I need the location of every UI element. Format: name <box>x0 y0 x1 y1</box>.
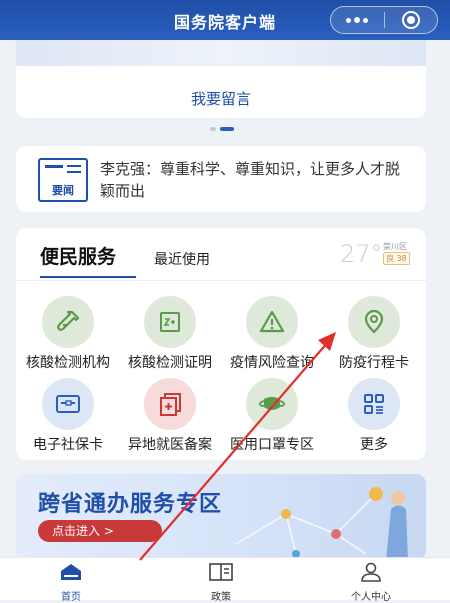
grid-more-icon <box>348 378 400 430</box>
weather-aqi-badge: 良 38 <box>383 252 410 265</box>
weather-temperature: 27° <box>340 240 383 268</box>
bottom-tab-bar: 首页 政策 个人中心 <box>0 557 450 603</box>
service-e-social-security-card[interactable]: 电子社保卡 <box>16 378 120 454</box>
medical-record-icon <box>144 378 196 430</box>
news-icon: 要闻 <box>38 158 88 202</box>
service-more[interactable]: 更多 <box>322 378 426 454</box>
tab-policy[interactable]: 政策 <box>171 562 271 603</box>
banner-title: 跨省通办服务专区 <box>38 492 223 517</box>
service-remote-medical-filing[interactable]: 异地就医备案 <box>118 378 222 454</box>
test-tube-icon <box>42 296 94 348</box>
service-medical-mask-zone[interactable]: 医用口罩专区 <box>220 378 324 454</box>
service-travel-card[interactable]: 防疫行程卡 <box>322 296 426 372</box>
message-card: 我要留言 <box>16 40 426 118</box>
service-label: 核酸检测机构 <box>26 355 110 371</box>
warning-icon <box>246 296 298 348</box>
tab-home[interactable]: 首页 <box>21 562 121 603</box>
tab-personal-center-label: 个人中心 <box>351 592 391 603</box>
news-card[interactable]: 要闻 李克强：尊重科学、尊重知识，让更多人才脱颖而出 <box>16 146 426 212</box>
network-decoration-graphic <box>235 487 408 560</box>
home-icon <box>61 564 81 580</box>
close-program-button[interactable] <box>385 7 438 33</box>
service-label: 异地就医备案 <box>128 437 212 453</box>
carousel-indicator <box>210 127 234 131</box>
banner-enter-button[interactable]: 点击进入 > <box>38 520 162 542</box>
service-nucleic-test-institutions[interactable]: 核酸检测机构 <box>16 296 120 372</box>
user-icon <box>361 562 381 582</box>
service-epidemic-risk-query[interactable]: 疫情风险查询 <box>220 296 324 372</box>
news-headline[interactable]: 李克强：尊重科学、尊重知识，让更多人才脱颖而出 <box>100 158 400 202</box>
service-label: 疫情风险查询 <box>230 355 314 371</box>
more-dots-icon <box>346 17 369 23</box>
tab-convenience-services[interactable]: 便民服务 <box>40 242 116 269</box>
carousel-dot <box>210 127 216 131</box>
tab-recently-used[interactable]: 最近使用 <box>154 249 210 269</box>
service-label: 医用口罩专区 <box>230 437 314 453</box>
tab-home-label: 首页 <box>61 592 81 603</box>
close-target-icon <box>401 11 420 29</box>
cross-province-banner[interactable]: 跨省通办服务专区 点击进入 > <box>16 474 426 560</box>
tab-divider <box>16 280 426 281</box>
location-pin-icon <box>348 296 400 348</box>
mini-program-capsule <box>330 6 438 34</box>
mask-icon <box>246 378 298 430</box>
service-label: 核酸检测证明 <box>128 355 212 371</box>
carousel-dot-active <box>220 127 234 131</box>
weather-city: 崇川区 <box>383 242 407 251</box>
app-header: 国务院客户端 <box>0 0 450 40</box>
id-card-icon <box>42 378 94 430</box>
tab-policy-label: 政策 <box>211 592 231 603</box>
service-label: 更多 <box>360 437 388 453</box>
tab-personal-center[interactable]: 个人中心 <box>321 562 421 603</box>
active-tab-underline <box>40 276 136 278</box>
certificate-icon <box>144 296 196 348</box>
services-card: 便民服务 最近使用 27° 崇川区 良 38 核酸检测机构 核酸检测证明 疫情风… <box>16 228 426 460</box>
more-menu-button[interactable] <box>331 7 384 33</box>
service-label: 电子社保卡 <box>33 437 103 453</box>
carousel-image-fragment <box>16 40 426 66</box>
service-label: 防疫行程卡 <box>339 355 409 371</box>
service-nucleic-test-certificate[interactable]: 核酸检测证明 <box>118 296 222 372</box>
book-icon <box>209 563 233 581</box>
leave-message-link[interactable]: 我要留言 <box>16 88 426 109</box>
